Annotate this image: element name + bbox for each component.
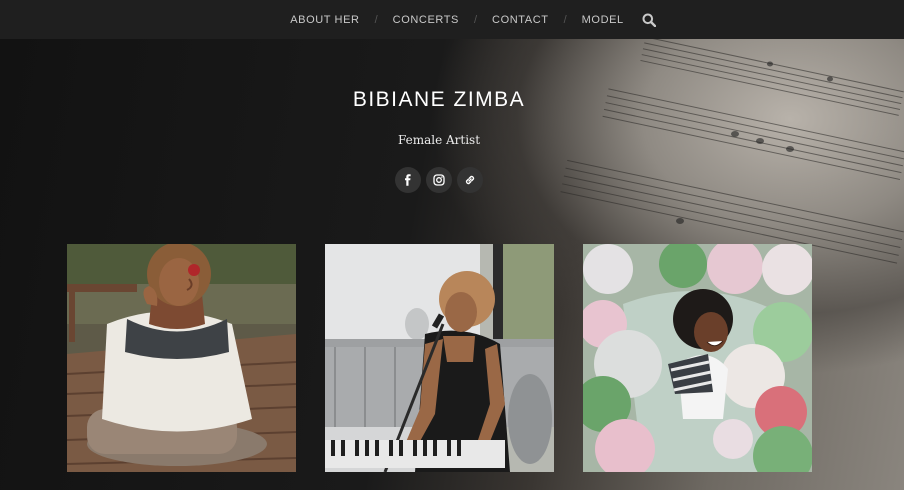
top-navigation-bar: ABOUT HER / CONCERTS / CONTACT / MODEL bbox=[0, 0, 904, 39]
gallery-photo-balloons[interactable] bbox=[583, 244, 812, 472]
site-tagline: Female Artist bbox=[397, 133, 481, 147]
main-nav: ABOUT HER / CONCERTS / CONTACT / MODEL bbox=[0, 0, 904, 39]
nav-item-concerts[interactable]: CONCERTS bbox=[393, 14, 459, 26]
instagram-button[interactable] bbox=[426, 167, 452, 193]
photo-image bbox=[325, 244, 554, 472]
nav-item-about-her[interactable]: ABOUT HER bbox=[290, 14, 359, 26]
facebook-icon bbox=[405, 174, 411, 186]
gallery-photo-singer[interactable] bbox=[325, 244, 554, 472]
nav-separator: / bbox=[563, 13, 567, 26]
search-icon[interactable] bbox=[642, 13, 656, 27]
nav-item-contact[interactable]: CONTACT bbox=[492, 14, 549, 26]
instagram-icon bbox=[433, 174, 445, 186]
facebook-button[interactable] bbox=[395, 167, 421, 193]
nav-item-model[interactable]: MODEL bbox=[582, 14, 624, 26]
photo-image bbox=[67, 244, 296, 472]
site-title: BIBIANE ZIMBA bbox=[352, 88, 526, 111]
link-button[interactable] bbox=[457, 167, 483, 193]
photo-image bbox=[583, 244, 812, 472]
link-icon bbox=[465, 175, 475, 185]
gallery-photo-sweater[interactable] bbox=[67, 244, 296, 472]
nav-separator: / bbox=[374, 13, 378, 26]
nav-separator: / bbox=[473, 13, 478, 26]
social-links bbox=[395, 167, 483, 193]
